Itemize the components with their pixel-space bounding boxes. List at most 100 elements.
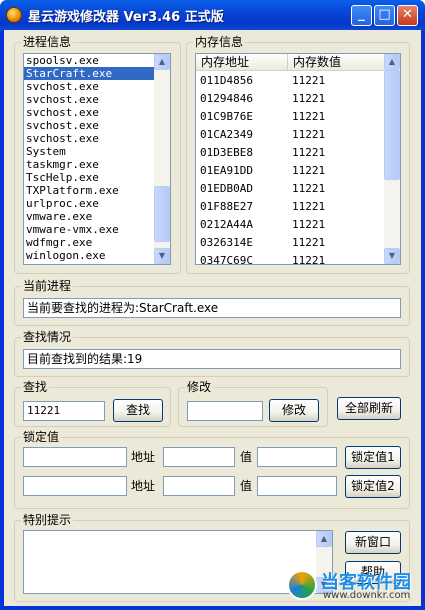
lock1-name-input[interactable] (23, 447, 127, 467)
scroll-down-icon[interactable]: ▼ (384, 248, 400, 264)
memory-row[interactable]: 01EDB0AD 11221 (196, 180, 386, 198)
memory-row[interactable]: 0212A44A 11221 (196, 216, 386, 234)
lock1-value-label: 值 (240, 450, 253, 464)
memory-row[interactable]: 01294846 11221 (196, 90, 386, 108)
scroll-down-icon[interactable]: ▼ (154, 248, 170, 264)
process-list-item[interactable]: svchost.exe (24, 119, 170, 132)
process-group: 进程信息 spoolsv.exe StarCraft.exe svchost.exe… (14, 35, 181, 274)
memory-row[interactable]: 01EA91DD 11221 (196, 162, 386, 180)
memory-row[interactable]: 01CA2349 11221 (196, 126, 386, 144)
process-list-item[interactable]: winlogon.exe (24, 249, 170, 262)
memory-value-cell: 11221 (292, 128, 326, 141)
memory-row[interactable]: 011D4856 11221 (196, 72, 386, 90)
search-legend: 查找 (21, 380, 50, 394)
search-button[interactable]: 查找 (113, 399, 163, 422)
process-list-item[interactable]: urlproc.exe (24, 197, 170, 210)
minimize-button[interactable]: _ (351, 5, 372, 26)
memory-row[interactable]: 01D3EBE8 11221 (196, 144, 386, 162)
memory-row[interactable]: 0326314E 11221 (196, 234, 386, 252)
memory-list[interactable]: 内存地址 内存数值 011D4856 11221 01294846 11221 01C9… (195, 53, 401, 265)
current-process-legend: 当前进程 (21, 279, 74, 293)
refresh-all-button[interactable]: 全部刷新 (337, 397, 401, 420)
memory-value-cell: 11221 (292, 164, 326, 177)
memory-address-cell: 01C9B76E (200, 110, 253, 123)
memory-value-cell: 11221 (292, 254, 326, 265)
lock1-button[interactable]: 锁定值1 (345, 446, 401, 469)
column-header-value[interactable]: 内存数值 (288, 54, 386, 71)
column-header-address[interactable]: 内存地址 (196, 54, 288, 71)
site-logo-icon (287, 570, 317, 600)
process-list-item[interactable]: StarCraft.exe (24, 67, 170, 80)
process-list-item[interactable]: spoolsv.exe (24, 54, 170, 67)
new-window-button[interactable]: 新窗口 (345, 531, 401, 554)
memory-value-cell: 11221 (292, 236, 326, 249)
process-list-item[interactable]: TXPlatform.exe (24, 184, 170, 197)
lock1-address-label: 地址 (131, 450, 156, 464)
title-bar[interactable]: 星云游戏修改器 Ver3.46 正式版 _ □ ✕ (0, 0, 425, 30)
lock1-address-input[interactable] (163, 447, 235, 467)
process-list-item[interactable]: TscHelp.exe (24, 171, 170, 184)
process-list-item[interactable]: vmware-vmx.exe (24, 223, 170, 236)
current-process-group: 当前进程 当前要查找的进程为:StarCraft.exe (14, 279, 410, 326)
memory-value-cell: 11221 (292, 200, 326, 213)
modify-button[interactable]: 修改 (269, 399, 319, 422)
modify-group: 修改 修改 (178, 380, 328, 427)
memory-address-cell: 01D3EBE8 (200, 146, 253, 159)
close-button[interactable]: ✕ (397, 5, 418, 26)
memory-row[interactable]: 01C9B76E 11221 (196, 108, 386, 126)
lock1-value-input[interactable] (257, 447, 337, 467)
process-list-item[interactable]: svchost.exe (24, 132, 170, 145)
search-status-field[interactable]: 目前查找到的结果:19 (23, 349, 401, 369)
memory-list-scrollbar[interactable]: ▲ ▼ (384, 54, 400, 264)
memory-address-cell: 011D4856 (200, 74, 253, 87)
maximize-button[interactable]: □ (374, 5, 395, 26)
current-process-field[interactable]: 当前要查找的进程为:StarCraft.exe (23, 298, 401, 318)
memory-value-cell: 11221 (292, 182, 326, 195)
process-list-scrollbar[interactable]: ▲ ▼ (154, 54, 170, 264)
scroll-up-icon[interactable]: ▲ (316, 531, 332, 547)
process-items: spoolsv.exe StarCraft.exe svchost.exe svcho… (24, 54, 170, 262)
search-value-input[interactable]: 11221 (23, 401, 105, 421)
process-list-item[interactable]: System (24, 145, 170, 158)
lock2-name-input[interactable] (23, 476, 127, 496)
modify-value-input[interactable] (187, 401, 263, 421)
process-list-item[interactable]: svchost.exe (24, 93, 170, 106)
process-list-item[interactable]: wdfmgr.exe (24, 236, 170, 249)
search-group: 查找 11221 查找 (14, 380, 171, 427)
memory-address-cell: 01294846 (200, 92, 253, 105)
modify-legend: 修改 (185, 380, 214, 394)
lock2-value-label: 值 (240, 479, 253, 493)
memory-value-cell: 11221 (292, 92, 326, 105)
memory-row[interactable]: 0347C69C 11221 (196, 252, 386, 265)
search-status-legend: 查找情况 (21, 330, 74, 344)
scroll-thumb[interactable] (384, 70, 400, 180)
memory-address-cell: 01EA91DD (200, 164, 253, 177)
memory-address-cell: 0347C69C (200, 254, 253, 265)
app-window: 星云游戏修改器 Ver3.46 正式版 _ □ ✕ 进程信息 spoolsv.e… (0, 0, 425, 610)
memory-group-legend: 内存信息 (193, 35, 246, 49)
notice-text (24, 531, 332, 535)
client-area: 进程信息 spoolsv.exe StarCraft.exe svchost.exe… (4, 30, 421, 606)
lock2-address-input[interactable] (163, 476, 235, 496)
memory-address-cell: 01CA2349 (200, 128, 253, 141)
lock2-button[interactable]: 锁定值2 (345, 475, 401, 498)
process-list-item[interactable]: vmware.exe (24, 210, 170, 223)
lock2-address-label: 地址 (131, 479, 156, 493)
process-list-item[interactable]: taskmgr.exe (24, 158, 170, 171)
memory-address-cell: 01EDB0AD (200, 182, 253, 195)
process-list-item[interactable]: svchost.exe (24, 80, 170, 93)
memory-list-header: 内存地址 内存数值 (196, 54, 386, 71)
memory-value-cell: 11221 (292, 218, 326, 231)
process-group-legend: 进程信息 (21, 35, 74, 49)
notice-legend: 特别提示 (21, 513, 74, 527)
memory-row[interactable]: 01F88E27 11221 (196, 198, 386, 216)
watermark-url: www.downkr.com (323, 590, 411, 601)
process-list-item[interactable]: svchost.exe (24, 106, 170, 119)
scroll-up-icon[interactable]: ▲ (384, 54, 400, 70)
site-watermark: 当客软件园 www.downkr.com (287, 566, 423, 606)
scroll-thumb[interactable] (154, 186, 170, 242)
process-list[interactable]: spoolsv.exe StarCraft.exe svchost.exe svcho… (23, 53, 171, 265)
memory-value-cell: 11221 (292, 74, 326, 87)
scroll-up-icon[interactable]: ▲ (154, 54, 170, 70)
lock2-value-input[interactable] (257, 476, 337, 496)
